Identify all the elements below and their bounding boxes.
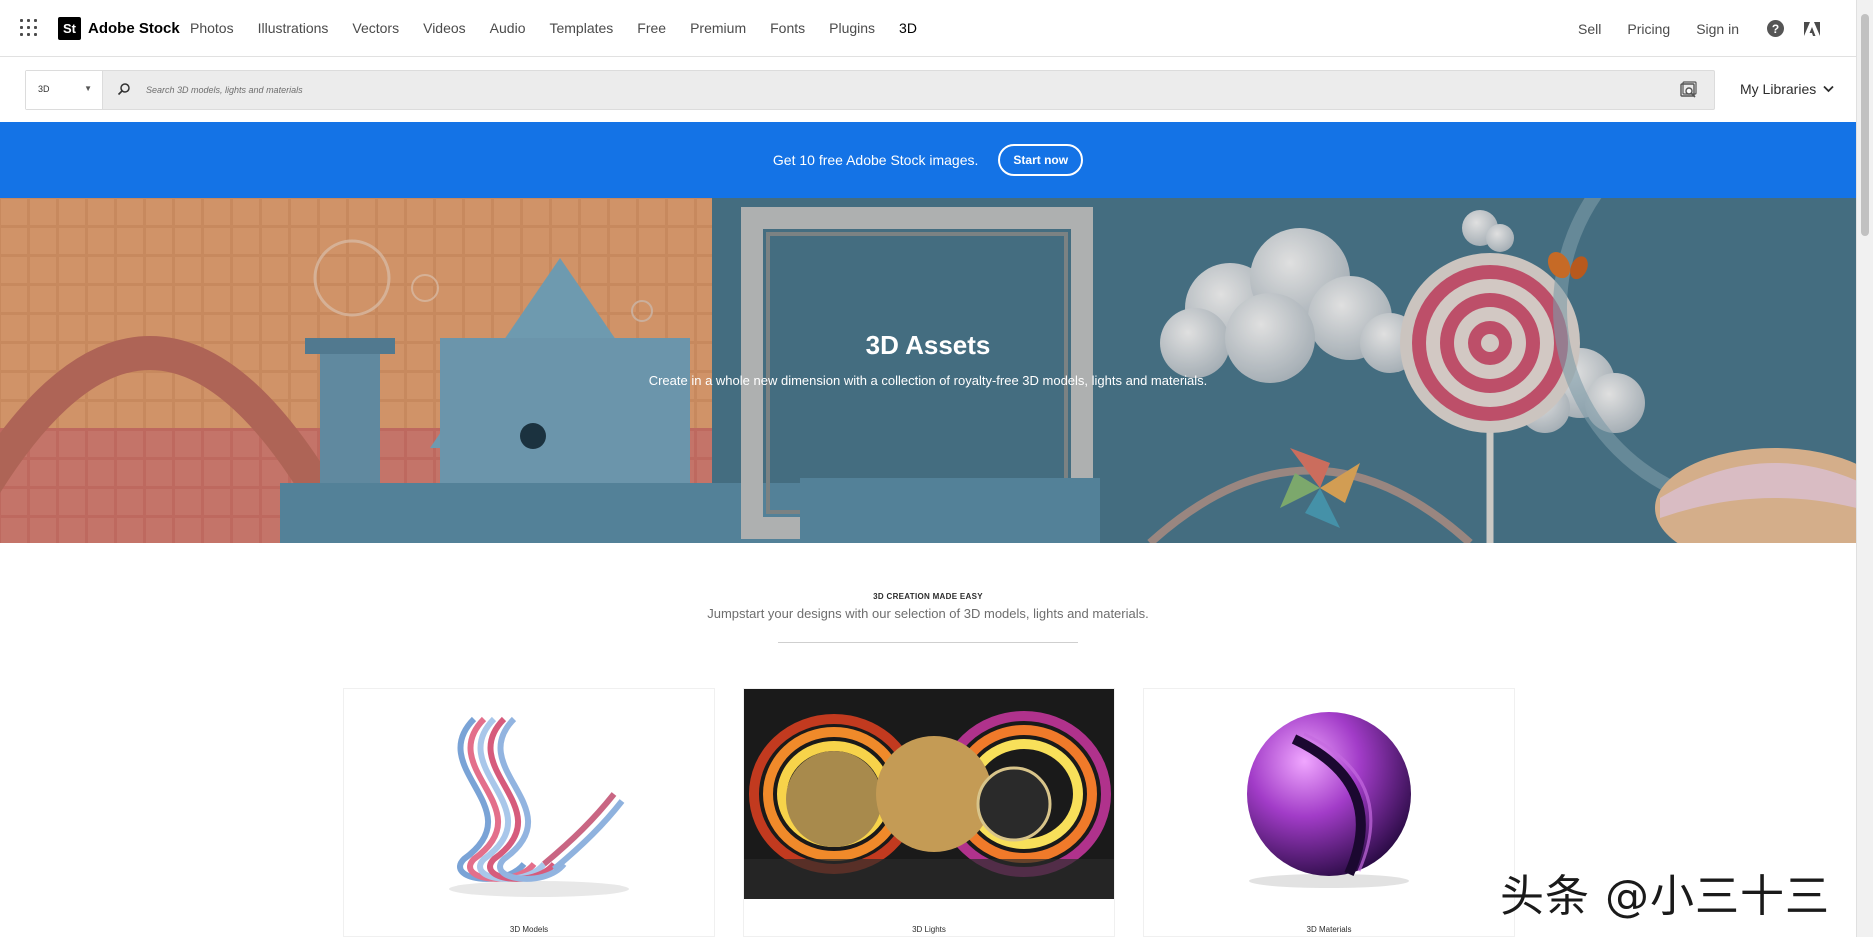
hero-title: 3D Assets [865, 330, 991, 360]
nav-illustrations[interactable]: Illustrations [258, 20, 329, 36]
promo-banner: Get 10 free Adobe Stock images. Start no… [0, 122, 1856, 198]
page-scrollbar[interactable] [1856, 0, 1873, 937]
nav-plugins[interactable]: Plugins [829, 20, 875, 36]
3d-materials-image [1144, 689, 1514, 899]
card-3d-lights[interactable]: 3D Lights [743, 688, 1115, 937]
card-label: 3D Materials [1306, 925, 1352, 934]
nav-right: Sell Pricing Sign in ? [1552, 20, 1820, 37]
card-label: 3D Models [509, 925, 549, 934]
nav-templates[interactable]: Templates [549, 20, 613, 36]
search-bar: 3D ▼ [25, 70, 1715, 110]
nav-3d[interactable]: 3D [899, 20, 917, 36]
search-icon [117, 83, 130, 96]
chevron-down-icon: ▼ [84, 84, 92, 93]
watermark-text: 头条 @小三十三 [1500, 871, 1830, 922]
scrollbar-thumb[interactable] [1861, 14, 1869, 236]
section-intro: Jumpstart your designs with our selectio… [707, 606, 1149, 621]
card-label: 3D Lights [912, 925, 946, 934]
nav-pricing[interactable]: Pricing [1627, 21, 1670, 37]
nav-sign-in[interactable]: Sign in [1696, 21, 1739, 37]
nav-vectors[interactable]: Vectors [352, 20, 399, 36]
nav-free[interactable]: Free [637, 20, 666, 36]
visual-search-icon[interactable] [1680, 81, 1698, 99]
search-type-dropdown[interactable]: 3D ▼ [26, 71, 103, 109]
card-3d-models[interactable]: 3D Models [343, 688, 715, 937]
nav-photos[interactable]: Photos [190, 20, 234, 36]
start-now-button[interactable]: Start now [998, 144, 1084, 176]
chevron-down-icon [1823, 85, 1834, 93]
hero-banner: 3D Assets Create in a whole new dimensio… [0, 198, 1856, 543]
main-nav: Photos Illustrations Vectors Videos Audi… [190, 20, 941, 36]
section-eyebrow: 3D CREATION MADE EASY [873, 592, 983, 601]
nav-premium[interactable]: Premium [690, 20, 746, 36]
apps-grid-icon[interactable] [20, 19, 37, 36]
help-icon[interactable]: ? [1767, 20, 1784, 37]
promo-text: Get 10 free Adobe Stock images. [772, 152, 979, 168]
my-libraries-button[interactable]: My Libraries [1740, 81, 1834, 97]
my-libraries-label: My Libraries [1740, 81, 1817, 97]
hero-3d-illustration [0, 198, 1856, 543]
nav-videos[interactable]: Videos [423, 20, 466, 36]
nav-fonts[interactable]: Fonts [770, 20, 805, 36]
search-type-value: 3D [38, 84, 50, 94]
nav-audio[interactable]: Audio [490, 20, 526, 36]
hero-subtitle: Create in a whole new dimension with a c… [648, 373, 1208, 388]
search-input[interactable] [146, 79, 1646, 101]
3d-models-image [344, 689, 714, 899]
nav-sell[interactable]: Sell [1578, 21, 1601, 37]
card-3d-materials[interactable]: 3D Materials [1143, 688, 1515, 937]
top-navigation: St Adobe Stock Photos Illustrations Vect… [0, 0, 1856, 57]
3d-lights-image [744, 689, 1114, 899]
section-divider [778, 642, 1078, 643]
brand-logo-link[interactable]: St Adobe Stock [58, 17, 180, 40]
adobe-logo-icon[interactable] [1804, 21, 1820, 37]
brand-name: Adobe Stock [88, 20, 180, 37]
stock-logo-icon: St [58, 17, 81, 40]
